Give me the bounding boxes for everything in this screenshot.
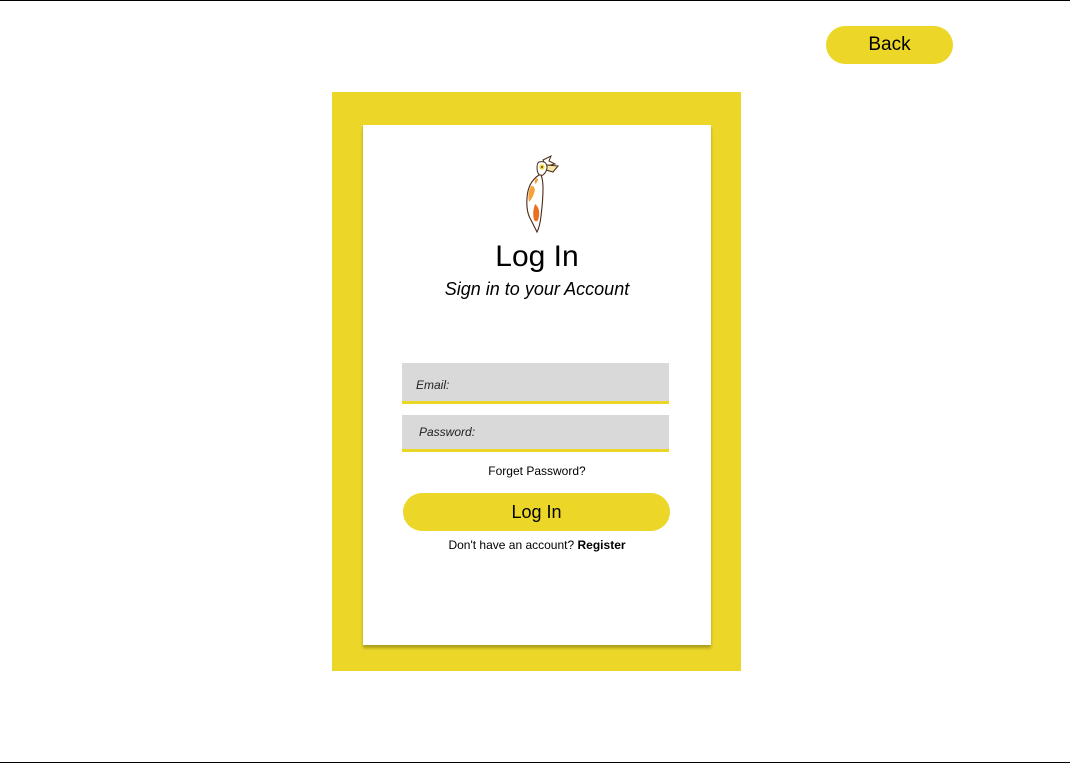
bottom-divider xyxy=(0,762,1070,763)
back-button[interactable]: Back xyxy=(826,26,953,64)
page-title: Log In xyxy=(495,240,579,273)
register-link[interactable]: Register xyxy=(578,538,626,552)
password-field[interactable] xyxy=(402,415,669,452)
top-divider xyxy=(0,0,1070,1)
hornbill-bird-icon xyxy=(526,154,559,234)
forget-password-link[interactable]: Forget Password? xyxy=(363,464,711,478)
login-card: Log In Sign in to your Account Forget Pa… xyxy=(363,125,711,645)
page-subtitle: Sign in to your Account xyxy=(444,279,630,299)
email-field[interactable] xyxy=(402,363,669,404)
login-frame: Log In Sign in to your Account Forget Pa… xyxy=(332,92,741,671)
log-in-button[interactable]: Log In xyxy=(403,493,670,531)
register-prompt: Don't have an account? xyxy=(448,538,575,552)
register-row: Don't have an account? Register xyxy=(363,538,711,552)
